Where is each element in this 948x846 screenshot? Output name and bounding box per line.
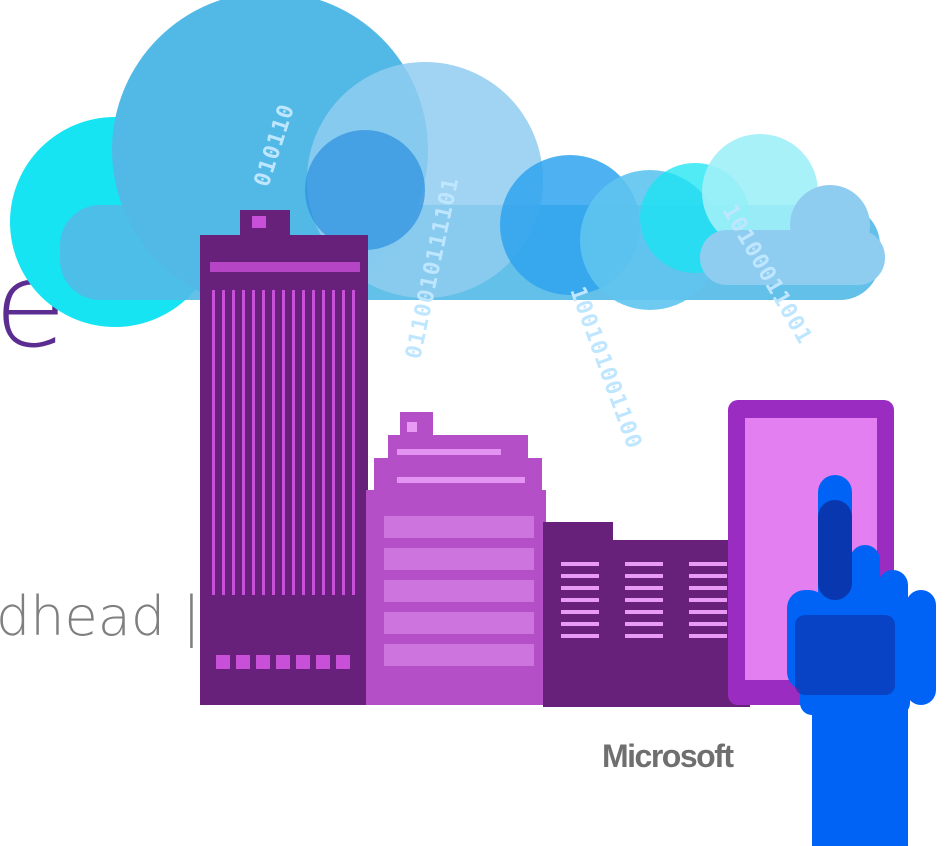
- city-cloud-illustration: 010110 0110010111101 100101001100 101000…: [10, 0, 936, 846]
- cloud-group: [10, 0, 885, 327]
- hero-banner: e dhead | 010110 0110010111101 100101001…: [0, 0, 948, 846]
- tall-tower: [200, 210, 368, 705]
- stepped-building: [366, 412, 546, 705]
- cloud-puff: [305, 130, 425, 250]
- microsoft-logo: Microsoft: [602, 738, 734, 774]
- cloud-base: [700, 230, 885, 285]
- binary-middle-stream: 100101001100: [564, 284, 646, 453]
- low-building: [543, 522, 750, 707]
